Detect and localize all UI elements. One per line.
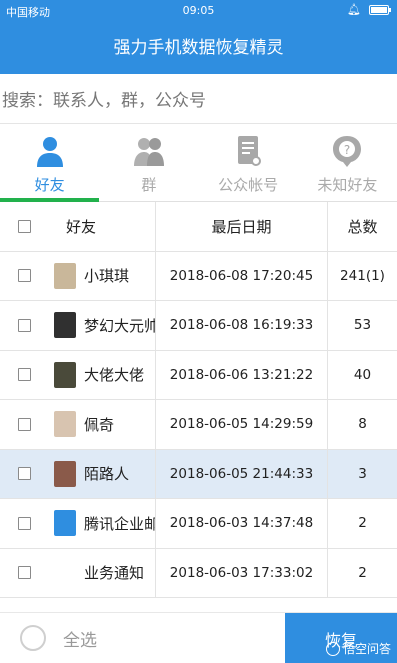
table-row[interactable]: 业务通知 2018-06-03 17:33:02 2: [0, 548, 397, 598]
friend-name: 佩奇: [84, 415, 115, 434]
avatar: [54, 361, 76, 388]
tab-label: 好友: [34, 176, 65, 194]
search-input[interactable]: 搜索：联系人，群，公众号: [0, 78, 397, 124]
group-icon: [133, 138, 164, 166]
friend-name: 小琪琪: [84, 267, 130, 286]
friend-name: 陌路人: [84, 465, 130, 484]
message-count: 53: [353, 317, 372, 334]
tab-label: 未知好友: [317, 176, 378, 194]
friend-name: 腾讯企业邮: [84, 514, 155, 533]
select-all-toggle[interactable]: 全选: [20, 625, 97, 651]
message-count: 2: [358, 515, 367, 532]
watermark-text: 悟空问答: [342, 642, 391, 656]
header-name: 好友: [48, 202, 156, 251]
tab-official-accounts[interactable]: 公众帐号: [199, 126, 298, 201]
clock: 09:05: [182, 4, 215, 17]
message-count: 8: [358, 416, 367, 433]
table-row[interactable]: 大佬大佬 2018-06-06 13:21:22 40: [0, 350, 397, 400]
last-date: 2018-06-08 16:19:33: [156, 301, 328, 350]
row-checkbox[interactable]: [17, 269, 31, 283]
table-row[interactable]: 小琪琪 2018-06-08 17:20:45 241(1): [0, 251, 397, 301]
last-date: 2018-06-03 14:37:48: [156, 499, 328, 548]
battery-icon: [369, 4, 391, 15]
unknown-friend-icon: ?: [333, 136, 362, 167]
tab-groups[interactable]: 群: [99, 126, 198, 201]
table-row[interactable]: 腾讯企业邮 2018-06-03 14:37:48 2: [0, 499, 397, 549]
avatar: [54, 411, 76, 438]
header-count: 总数: [347, 217, 378, 236]
tab-label: 群: [141, 176, 157, 194]
table-row[interactable]: 梦幻大元帅 2018-06-08 16:19:33 53: [0, 301, 397, 351]
header-date: 最后日期: [156, 202, 328, 251]
select-all-radio[interactable]: [20, 625, 46, 651]
tab-friends[interactable]: 好友: [0, 126, 100, 202]
select-all-label: 全选: [63, 630, 97, 651]
header-checkbox[interactable]: [17, 219, 31, 233]
last-date: 2018-06-05 21:44:33: [156, 449, 328, 498]
last-date: 2018-06-03 17:33:02: [156, 548, 328, 597]
message-count: 3: [358, 465, 367, 482]
friends-table: 好友 最后日期 总数 小琪琪 2018-06-08 17:20:45 241(1) 梦…: [0, 202, 397, 598]
avatar: [54, 460, 76, 487]
message-count: 40: [353, 366, 372, 383]
official-account-icon: [238, 136, 262, 166]
row-checkbox[interactable]: [17, 516, 31, 530]
status-icons: 🔔︎: [347, 3, 391, 16]
tab-bar: 好友 群 公众帐号 ? 未知好友: [0, 126, 397, 202]
table-header: 好友 最后日期 总数: [0, 202, 397, 252]
last-date: 2018-06-05 14:29:59: [156, 400, 328, 449]
last-date: 2018-06-06 13:21:22: [156, 350, 328, 399]
app-title: 强力手机数据恢复精灵: [0, 22, 397, 74]
table-row[interactable]: 佩奇 2018-06-05 14:29:59 8: [0, 400, 397, 450]
message-count: 241(1): [340, 267, 385, 284]
status-bar: 中国移动 09:05 🔔︎: [0, 0, 397, 22]
person-icon: [36, 137, 63, 167]
row-checkbox[interactable]: [17, 467, 31, 481]
svg-text:?: ?: [344, 143, 350, 157]
friend-name: 业务通知: [84, 564, 145, 583]
bottom-bar: 全选 恢复 悟空问答: [0, 612, 397, 663]
row-checkbox[interactable]: [17, 318, 31, 332]
avatar: [54, 312, 76, 339]
avatar: [54, 560, 76, 586]
row-checkbox[interactable]: [17, 566, 31, 580]
avatar: [54, 510, 76, 537]
tab-unknown-friends[interactable]: ? 未知好友: [298, 126, 397, 201]
bell-icon: 🔔︎: [347, 3, 361, 16]
last-date: 2018-06-08 17:20:45: [156, 251, 328, 300]
avatar: [54, 262, 76, 289]
friend-name: 大佬大佬: [84, 366, 145, 385]
tab-label: 公众帐号: [218, 176, 279, 194]
message-count: 2: [358, 564, 367, 581]
row-checkbox[interactable]: [17, 368, 31, 382]
watermark: 悟空问答: [325, 640, 391, 657]
friend-name: 梦幻大元帅: [84, 316, 155, 335]
row-checkbox[interactable]: [17, 417, 31, 431]
watermark-icon: [325, 641, 340, 656]
table-row[interactable]: 陌路人 2018-06-05 21:44:33 3: [0, 449, 397, 499]
